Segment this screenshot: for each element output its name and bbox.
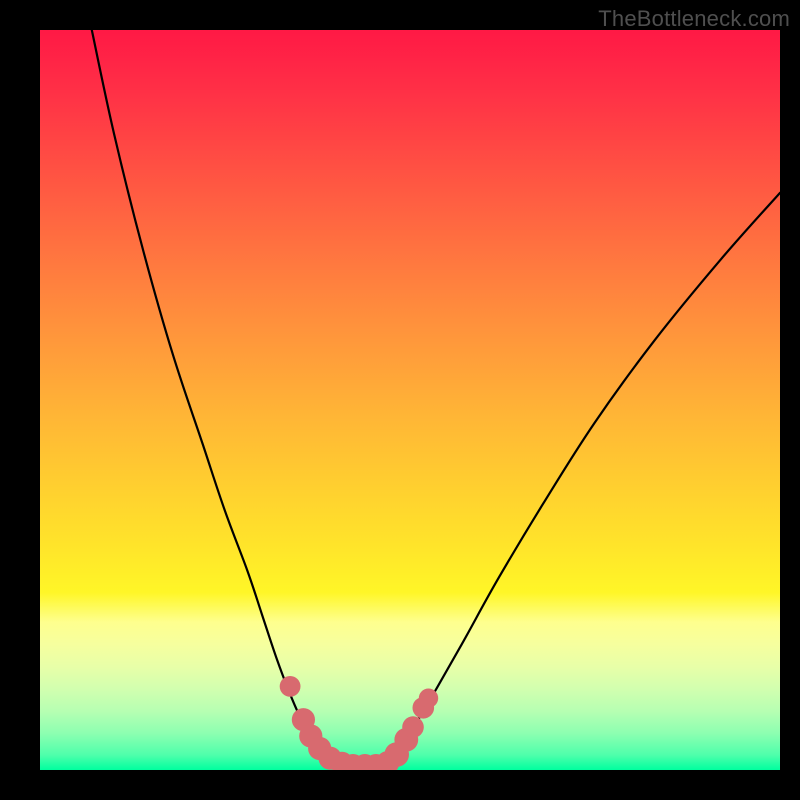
highlight-markers (280, 676, 438, 770)
chart-svg (40, 30, 780, 770)
watermark-text: TheBottleneck.com (598, 6, 790, 32)
marker-dot (280, 676, 301, 697)
marker-dot (402, 716, 424, 738)
chart-frame: TheBottleneck.com (0, 0, 800, 800)
plot-area (40, 30, 780, 770)
bottleneck-curve (92, 30, 780, 768)
marker-dot (419, 689, 438, 708)
